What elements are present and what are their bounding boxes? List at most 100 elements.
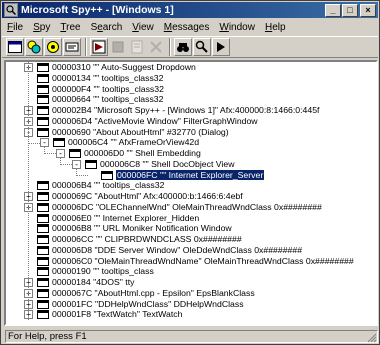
tree-row[interactable]: 00000134 "" tooltips_class32	[6, 73, 376, 84]
menu-file[interactable]: File	[2, 22, 28, 33]
tree-row-label-selected[interactable]: 000006FC "" Internet Explorer_Server	[114, 168, 266, 182]
tree-row-label[interactable]: 000000F4 "" tooltips_class32	[52, 84, 164, 95]
messages-tool-button[interactable]	[63, 38, 81, 56]
windows-tool-button[interactable]	[6, 38, 24, 56]
close-button[interactable]: ×	[360, 3, 376, 17]
tree-row[interactable]: 000006B8 "" URL Moniker Notification Win…	[6, 223, 376, 234]
tree-connector	[28, 136, 29, 142]
tree-row-label[interactable]: 000006C4 "" AfxFrameOrView42d	[68, 137, 199, 148]
tree-row[interactable]: - 000006C4 "" AfxFrameOrView42d	[6, 137, 376, 148]
menu-spy[interactable]: Spy	[28, 22, 55, 33]
tree-row[interactable]: +000001F8 "TextWatch" TextWatch	[6, 309, 376, 320]
tree-row-label[interactable]: 000006C8 "" Shell DocObject View	[100, 159, 234, 170]
tree-row[interactable]: +000006DC "OLEChannelWnd" OleMainThreadW…	[6, 202, 376, 213]
tree-row-label[interactable]: 000002B4 "Microsoft Spy++ - [Windows 1]"…	[52, 105, 319, 116]
menu-tree[interactable]: Tree	[55, 22, 85, 33]
window-icon	[37, 224, 49, 234]
menu-window[interactable]: Window	[214, 22, 260, 33]
caption-buttons: _ □ ×	[324, 3, 376, 17]
start-logging-button[interactable]	[90, 38, 108, 56]
tree-row[interactable]: 000006E0 "" Internet Explorer_Hidden	[6, 213, 376, 224]
spy-app-icon[interactable]	[4, 3, 18, 17]
tree-row-label[interactable]: 000006DC "OLEChannelWnd" OleMainThreadWn…	[52, 202, 322, 213]
tree-row[interactable]: 000006CC "" CLIPBRDWNDCLASS 0x########	[6, 234, 376, 245]
stop-logging-button[interactable]	[109, 38, 127, 56]
tree-row-label[interactable]: 00000310 "" Auto-Suggest Dropdown	[52, 62, 196, 73]
tree-row-label[interactable]: 000006D0 "" Shell Embedding	[84, 148, 201, 159]
menu-messages[interactable]: Messages	[159, 22, 215, 33]
tree-row[interactable]: +000006D4 "ActiveMovie Window" FilterGra…	[6, 116, 376, 127]
spy-main-window: Microsoft Spy++ - [Windows 1] _ □ × File…	[0, 0, 380, 345]
threads-tool-icon	[47, 41, 59, 53]
tree-row[interactable]: 000006D8 "DDE Server Window" OleDdeWndCl…	[6, 245, 376, 256]
tree-row-label[interactable]: 000006E0 "" Internet Explorer_Hidden	[52, 213, 199, 224]
title-bar[interactable]: Microsoft Spy++ - [Windows 1] _ □ ×	[2, 2, 378, 18]
tree-row-label[interactable]: 000006CC "" CLIPBRDWNDCLASS 0x########	[52, 234, 242, 245]
minimize-button[interactable]: _	[325, 3, 341, 17]
tree-row[interactable]: 000006FC "" Internet Explorer_Server	[6, 168, 376, 182]
tree-row-label[interactable]: 000006D8 "DDE Server Window" OleDdeWndCl…	[52, 245, 302, 256]
menu-view[interactable]: View	[127, 22, 159, 33]
clear-log-button[interactable]	[128, 38, 146, 56]
tree-row[interactable]: 00000190 "" tooltips_class	[6, 266, 376, 277]
tree-row[interactable]: - 000006D0 "" Shell Embedding	[6, 148, 376, 159]
stop-logging-icon	[112, 41, 124, 53]
tree-row-label[interactable]: 0000069C "AboutHtml" Afx:400000:b:1466:6…	[52, 191, 243, 202]
window-icon	[37, 181, 49, 191]
tree-row-label[interactable]: 00000134 "" tooltips_class32	[52, 73, 163, 84]
tree-row-label[interactable]: 00000184 "4DOS" tty	[52, 277, 134, 288]
window-tree-view[interactable]: +00000310 "" Auto-Suggest Dropdown 000001…	[4, 60, 378, 326]
tree-row-label[interactable]: 00000690 "About AboutHtml" #32770 (Dialo…	[52, 127, 229, 138]
window-icon	[37, 95, 49, 105]
menu-search[interactable]: Search	[86, 22, 128, 33]
find-window-button[interactable]	[174, 38, 192, 56]
maximize-button[interactable]: □	[342, 3, 358, 17]
tree-row[interactable]: +0000069C "AboutHtml" Afx:400000:b:1466:…	[6, 191, 376, 202]
tree-row[interactable]: 000006C0 "OleMainThreadWndName" OleMainT…	[6, 256, 376, 267]
collapse-button[interactable]: -	[40, 138, 49, 148]
tree-row[interactable]: 000000F4 "" tooltips_class32	[6, 84, 376, 95]
tree-row-label[interactable]: 000006D4 "ActiveMovie Window" FilterGrap…	[52, 116, 258, 127]
window-icon	[37, 213, 49, 223]
threads-tool-button[interactable]	[44, 38, 62, 56]
tree-row[interactable]: -00000690 "About AboutHtml" #32770 (Dial…	[6, 127, 376, 138]
window-icon	[37, 116, 49, 126]
messages-tool-icon	[65, 42, 79, 52]
menu-bar: File Spy Tree Search View Messages Window Help	[2, 19, 378, 35]
find-window-icon	[177, 43, 189, 52]
tree-row[interactable]: 00000664 "" tooltips_class32	[6, 94, 376, 105]
find-prev-icon	[217, 42, 225, 52]
tree-row[interactable]: +00000184 "4DOS" tty	[6, 277, 376, 288]
window-icon	[37, 267, 49, 277]
processes-tool-button[interactable]	[25, 38, 43, 56]
tree-row-label[interactable]: 000006C0 "OleMainThreadWndName" OleMainT…	[52, 256, 354, 267]
window-icon	[37, 63, 49, 72]
start-logging-icon	[92, 40, 106, 54]
collapse-button[interactable]: -	[72, 159, 81, 169]
delete-button[interactable]	[147, 38, 165, 56]
find-next-button[interactable]	[193, 38, 211, 56]
tree-row-label[interactable]: 00000664 "" tooltips_class32	[52, 94, 163, 105]
tree-row-label[interactable]: 000006B4 "" tooltips_class32	[52, 180, 164, 191]
window-icon	[37, 73, 49, 83]
find-prev-button[interactable]	[212, 38, 230, 56]
window-icon	[85, 159, 97, 169]
tree-row[interactable]: +0000067C "AboutHtml.cpp - Epsilon" EpsB…	[6, 288, 376, 299]
collapse-button[interactable]: -	[56, 149, 65, 158]
tree-connector	[28, 62, 29, 320]
processes-tool-icon	[27, 40, 41, 54]
tree-row-label[interactable]: 000006B8 "" URL Moniker Notification Win…	[52, 223, 232, 234]
resize-grip-icon[interactable]	[365, 331, 377, 343]
menu-help[interactable]: Help	[260, 22, 291, 33]
tree-row[interactable]: +000002B4 "Microsoft Spy++ - [Windows 1]…	[6, 105, 376, 116]
tree-row[interactable]: 000006B4 "" tooltips_class32	[6, 180, 376, 191]
tree-row-label[interactable]: 000001FC "DDHelpWndClass" DDHelpWndClass	[52, 299, 244, 310]
tree-row-label[interactable]: 000001F8 "TextWatch" TextWatch	[52, 309, 182, 320]
toolbar-separator	[169, 38, 171, 56]
delete-icon	[150, 41, 162, 53]
tree-row-label[interactable]: 00000190 "" tooltips_class	[52, 266, 154, 277]
tree-row[interactable]: +00000310 "" Auto-Suggest Dropdown	[6, 62, 376, 73]
tree-row[interactable]: +000001FC "DDHelpWndClass" DDHelpWndClas…	[6, 299, 376, 310]
tree-row-label[interactable]: 0000067C "AboutHtml.cpp - Epsilon" EpsBl…	[52, 288, 255, 299]
window-title: Microsoft Spy++ - [Windows 1]	[21, 4, 174, 16]
